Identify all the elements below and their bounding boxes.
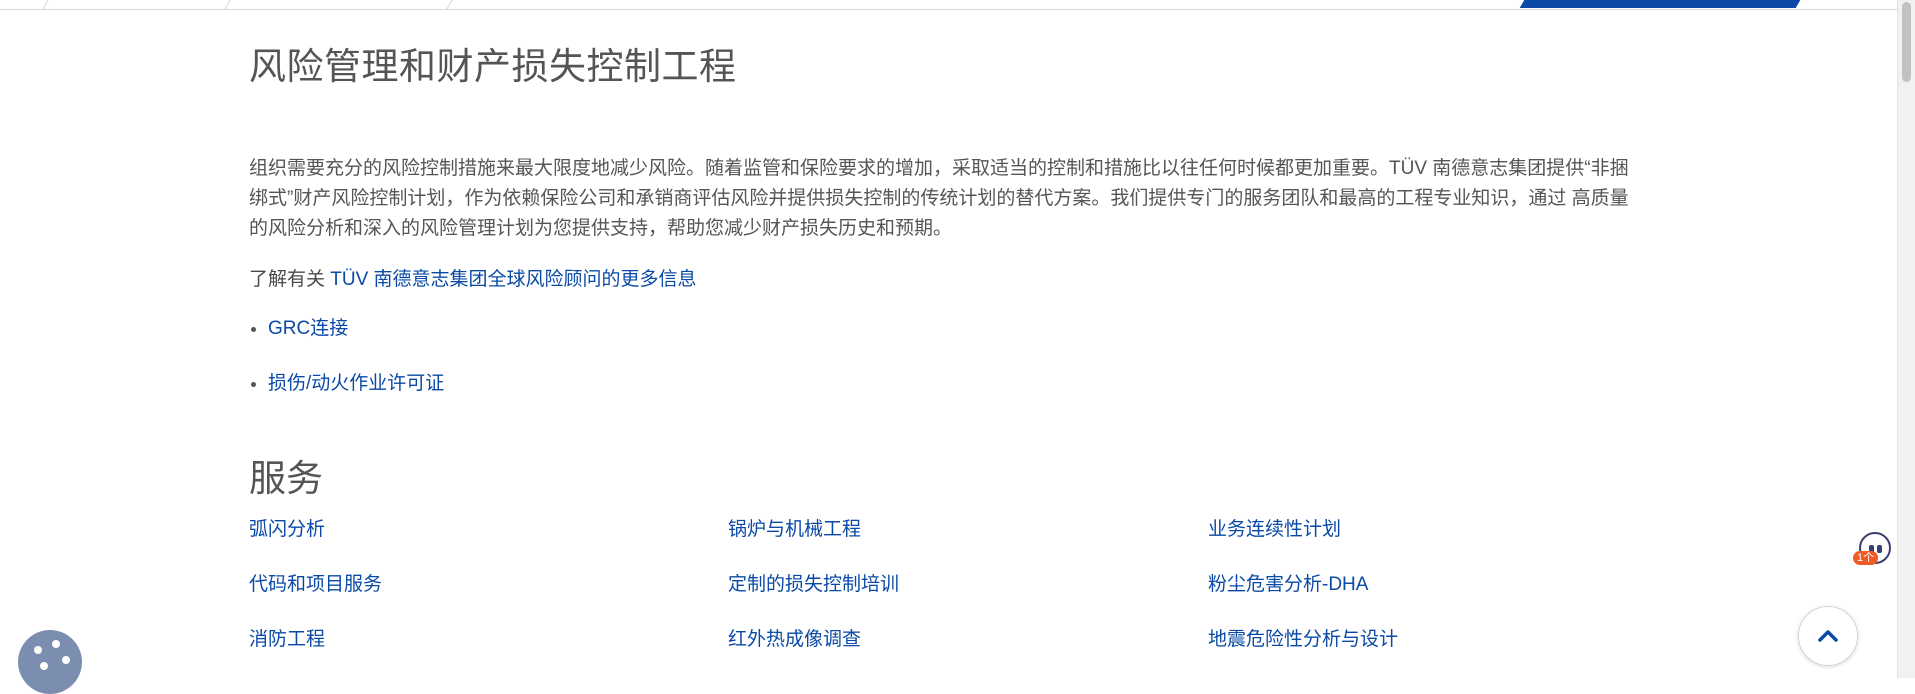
grc-link[interactable]: GRC连接 [268,318,348,339]
cookie-icon[interactable] [18,630,82,694]
service-link[interactable]: 地震危险性分析与设计 [1208,624,1398,651]
intro-paragraph: 组织需要充分的风险控制措施来最大限度地减少风险。随着监管和保险要求的增加，采取适… [249,158,1629,239]
chat-eye [1877,545,1882,553]
cookie-crumb [52,640,60,648]
chat-assistant-icon[interactable]: 1个 [1853,529,1895,571]
bullet-icon [251,327,256,332]
top-tab-strip [0,0,1898,10]
service-link[interactable]: 弧闪分析 [249,514,325,541]
back-to-top-button[interactable] [1798,606,1858,666]
tab-divider [446,0,453,9]
tab-divider [42,0,49,9]
cookie-crumb [62,656,70,664]
page-title: 风险管理和财产损失控制工程 [249,46,737,87]
service-link[interactable]: 粉尘危害分析-DHA [1208,569,1368,596]
services-title: 服务 [249,458,323,499]
cookie-crumb [40,662,48,670]
chevron-up-icon [1818,630,1838,642]
learn-more-link[interactable]: TÜV 南德意志集团全球风险顾问的更多信息 [330,269,696,290]
bullet-icon [251,382,256,387]
service-link[interactable]: 红外热成像调查 [728,624,861,651]
active-tab[interactable] [1519,0,1801,8]
tab-divider [224,0,231,9]
learn-more-prefix: 了解有关 [249,269,331,290]
service-link[interactable]: 消防工程 [249,624,325,651]
service-link[interactable]: 锅炉与机械工程 [728,514,861,541]
service-link[interactable]: 业务连续性计划 [1208,514,1341,541]
page-scrollbar[interactable] [1897,0,1915,678]
cookie-crumb [34,646,42,654]
service-link[interactable]: 代码和项目服务 [249,569,382,596]
hot-work-permit-link[interactable]: 损伤/动火作业许可证 [268,373,444,394]
service-link[interactable]: 定制的损失控制培训 [728,569,899,596]
link-list: GRC连接 损伤/动火作业许可证 [249,314,444,424]
chat-badge: 1个 [1853,551,1879,565]
list-item: GRC连接 [249,314,444,369]
scrollbar-thumb[interactable] [1902,2,1911,82]
learn-more-line: 了解有关 TÜV 南德意志集团全球风险顾问的更多信息 [249,264,697,291]
list-item: 损伤/动火作业许可证 [249,369,444,424]
